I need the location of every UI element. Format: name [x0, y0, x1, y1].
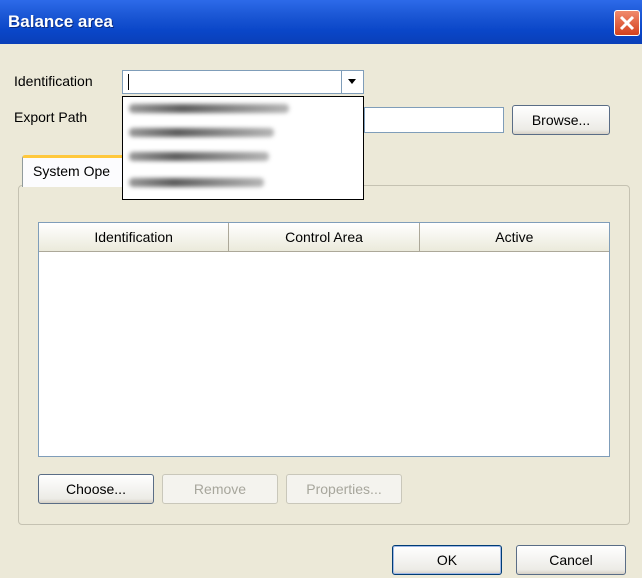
chevron-down-icon: [348, 79, 356, 84]
export-path-input[interactable]: [364, 107, 504, 133]
redacted-text: [129, 128, 274, 137]
title-bar[interactable]: Balance area: [0, 0, 642, 44]
table-header: Identification Control Area Active: [39, 223, 609, 252]
close-icon: [619, 15, 635, 31]
cancel-button[interactable]: Cancel: [516, 545, 626, 575]
browse-button[interactable]: Browse...: [512, 105, 610, 135]
redacted-text: [129, 178, 264, 187]
tab-label: System Ope: [33, 163, 111, 179]
list-item[interactable]: [127, 101, 357, 117]
export-path-label: Export Path: [14, 109, 88, 125]
list-item[interactable]: [127, 175, 357, 191]
identification-dropdown-list[interactable]: [122, 96, 364, 200]
identification-label: Identification: [14, 73, 93, 89]
list-item[interactable]: [127, 125, 357, 141]
list-item[interactable]: [127, 149, 357, 165]
column-identification[interactable]: Identification: [39, 223, 230, 251]
window-title: Balance area: [8, 12, 113, 31]
close-button[interactable]: [614, 10, 640, 36]
properties-button[interactable]: Properties...: [286, 474, 402, 504]
choose-button[interactable]: Choose...: [38, 474, 154, 504]
text-caret: [128, 74, 129, 90]
identification-dropdown-button[interactable]: [341, 71, 363, 93]
balance-area-table[interactable]: Identification Control Area Active: [38, 222, 610, 457]
redacted-text: [129, 104, 289, 113]
redacted-text: [129, 152, 269, 161]
column-active[interactable]: Active: [420, 223, 609, 251]
column-control-area[interactable]: Control Area: [229, 223, 420, 251]
remove-button[interactable]: Remove: [162, 474, 278, 504]
identification-combobox[interactable]: [122, 70, 364, 94]
ok-button[interactable]: OK: [392, 545, 502, 575]
